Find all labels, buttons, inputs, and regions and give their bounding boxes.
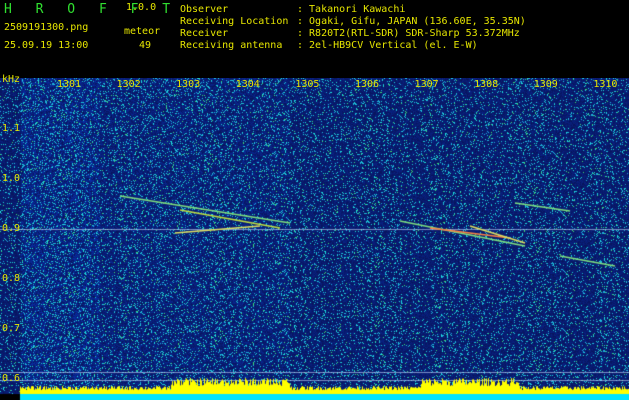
y-tick-label: 0.9 bbox=[2, 223, 21, 234]
y-tick-label: 1.1 bbox=[2, 123, 21, 134]
unit-label: kHz bbox=[2, 74, 21, 85]
x-tick-label: 1303 bbox=[176, 79, 201, 90]
y-tick-label: 1.0 bbox=[2, 173, 21, 184]
timestamp: 25.09.19 13:00 bbox=[4, 40, 89, 51]
x-tick-label: 1304 bbox=[235, 79, 260, 90]
location-value: : Ogaki, Gifu, JAPAN (136.60E, 35.35N) bbox=[297, 16, 526, 27]
y-tick-label: 0.7 bbox=[2, 323, 21, 334]
receiver-value: : R820T2(RTL-SDR) SDR-Sharp 53.372MHz bbox=[297, 28, 520, 39]
y-tick-label: 0.8 bbox=[2, 273, 21, 284]
antenna-value: : 2el-HB9CV Vertical (el. E-W) bbox=[297, 40, 478, 51]
location-label: Receiving Location bbox=[180, 16, 289, 27]
hrofft-display: H R O F F T 1.0.0 2509191300.png 25.09.1… bbox=[0, 0, 629, 400]
antenna-label: Receiving antenna bbox=[180, 40, 283, 51]
app-version: 1.0.0 bbox=[126, 2, 157, 13]
file-name: 2509191300.png bbox=[4, 22, 89, 33]
x-tick-label: 1305 bbox=[295, 79, 320, 90]
observer-value: : Takanori Kawachi bbox=[297, 4, 406, 15]
x-tick-label: 1306 bbox=[354, 79, 380, 90]
y-tick-label: 0.6 bbox=[2, 373, 21, 384]
x-tick-label: 1309 bbox=[533, 79, 558, 90]
x-tick-label: 1301 bbox=[56, 79, 82, 90]
observer-label: Observer bbox=[180, 4, 229, 15]
meteor-count: 49 bbox=[139, 40, 152, 51]
x-tick-label: 1308 bbox=[474, 79, 499, 90]
spectrogram bbox=[0, 78, 629, 400]
meteor-label: meteor bbox=[124, 26, 161, 37]
receiver-label: Receiver bbox=[180, 28, 229, 39]
x-tick-label: 1310 bbox=[593, 79, 618, 90]
x-tick-label: 1307 bbox=[414, 79, 439, 90]
x-tick-label: 1302 bbox=[116, 79, 141, 90]
